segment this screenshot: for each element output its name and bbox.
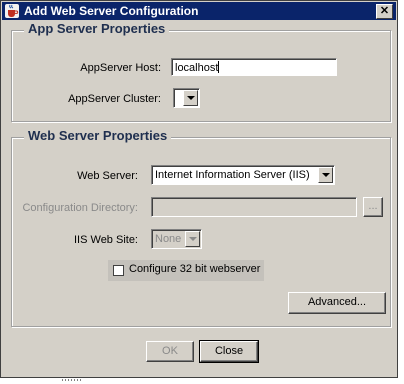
close-button[interactable]: Close bbox=[199, 340, 259, 363]
appserver-cluster-label: AppServer Cluster: bbox=[68, 93, 161, 105]
appserver-host-label: AppServer Host: bbox=[80, 62, 161, 74]
appserver-host-value: localhost bbox=[175, 62, 219, 74]
web-server-value: Internet Information Server (IIS) bbox=[155, 169, 310, 181]
configure-32bit-checkbox[interactable] bbox=[113, 265, 124, 276]
app-server-properties-group: App Server Properties bbox=[11, 21, 391, 122]
web-server-label: Web Server: bbox=[77, 170, 138, 182]
browse-directory-button[interactable]: ... bbox=[363, 197, 383, 217]
configure-32bit-row[interactable]: Configure 32 bit webserver bbox=[108, 260, 264, 281]
ok-button[interactable]: OK bbox=[146, 341, 194, 362]
appserver-host-input[interactable]: localhost bbox=[171, 58, 337, 76]
chevron-down-icon[interactable] bbox=[183, 90, 198, 106]
group-title-web-server: Web Server Properties bbox=[24, 128, 172, 143]
iis-web-site-dropdown: None bbox=[151, 229, 202, 249]
title-bar[interactable]: Add Web Server Configuration ✕ bbox=[2, 2, 396, 20]
close-icon[interactable]: ✕ bbox=[376, 4, 393, 19]
iis-web-site-label: IIS Web Site: bbox=[74, 234, 138, 246]
chevron-down-icon[interactable] bbox=[318, 167, 333, 183]
web-server-dropdown[interactable]: Internet Information Server (IIS) bbox=[151, 165, 335, 185]
iis-web-site-value: None bbox=[155, 233, 182, 245]
java-cup-icon bbox=[5, 4, 19, 18]
group-title-app-server: App Server Properties bbox=[24, 21, 170, 36]
chevron-down-icon bbox=[185, 231, 200, 247]
configuration-directory-input bbox=[151, 197, 357, 217]
text-caret bbox=[218, 61, 220, 73]
configure-32bit-label[interactable]: Configure 32 bit webserver bbox=[129, 263, 260, 275]
background-dots bbox=[62, 379, 82, 381]
appserver-cluster-dropdown[interactable] bbox=[173, 88, 200, 108]
add-web-server-dialog: Add Web Server Configuration ✕ App Serve… bbox=[0, 0, 398, 378]
configuration-directory-label: Configuration Directory: bbox=[22, 202, 138, 214]
window-title: Add Web Server Configuration bbox=[24, 4, 199, 18]
advanced-button[interactable]: Advanced... bbox=[288, 292, 386, 314]
